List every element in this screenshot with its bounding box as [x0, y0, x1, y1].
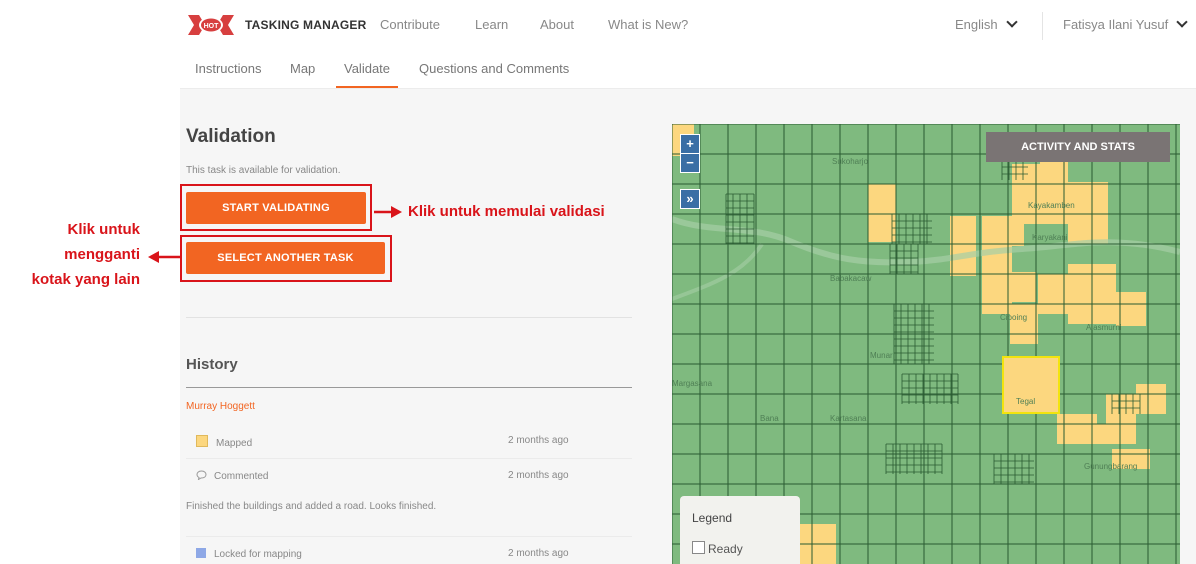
divider — [186, 317, 632, 318]
zoom-out-button[interactable]: − — [680, 153, 700, 173]
select-another-task-button[interactable]: SELECT ANOTHER TASK — [186, 242, 385, 274]
legend-swatch-ready — [692, 541, 705, 554]
history-item-mapped: Mapped — [196, 435, 252, 449]
legend-item-ready: Ready — [692, 541, 743, 556]
place-label: Munar — [870, 351, 893, 360]
place-label: Tegal — [1016, 397, 1035, 406]
history-time: 2 months ago — [508, 548, 569, 559]
tab-questions-comments[interactable]: Questions and Comments — [419, 61, 569, 86]
nav-contribute[interactable]: Contribute — [380, 17, 440, 32]
history-comment-text: Finished the buildings and added a road.… — [186, 501, 437, 512]
history-user-link[interactable]: Murray Hoggett — [186, 401, 255, 412]
place-label: Kartasana — [830, 414, 867, 423]
history-time: 2 months ago — [508, 470, 569, 481]
nav-whats-new[interactable]: What is New? — [608, 17, 688, 32]
mapped-task — [1010, 304, 1038, 344]
top-navbar: HOT TASKING MANAGER Contribute Learn Abo… — [180, 0, 1196, 53]
svg-text:HOT: HOT — [204, 23, 220, 30]
task-map[interactable]: SukoharjoKayanganKayakambenKaryakaniBaba… — [672, 124, 1180, 564]
mapped-task — [982, 284, 1010, 314]
locked-square-icon — [196, 548, 206, 558]
divider — [1042, 12, 1043, 40]
validation-status: This task is available for validation. — [186, 165, 341, 176]
tab-map[interactable]: Map — [290, 61, 315, 86]
mapped-task — [950, 216, 976, 276]
activity-and-stats-button[interactable]: ACTIVITY AND STATS — [986, 132, 1170, 162]
nav-learn[interactable]: Learn — [475, 17, 508, 32]
legend-title: Legend — [692, 511, 733, 525]
place-label: Gunungbarang — [1084, 462, 1137, 471]
brand-name[interactable]: TASKING MANAGER — [245, 18, 366, 32]
tab-validate[interactable]: Validate — [336, 61, 399, 88]
task-tabs: Instructions Map Validate Questions and … — [180, 52, 1196, 89]
place-label: Sukoharjo — [832, 157, 869, 166]
mapped-task — [1012, 272, 1036, 302]
mapped-task — [984, 216, 1024, 246]
language-label: English — [955, 17, 998, 32]
mapped-task — [1057, 414, 1097, 444]
place-label: Kayakamben — [1028, 201, 1075, 210]
zoom-in-button[interactable]: + — [680, 134, 700, 154]
place-label: Alasmurni — [1086, 323, 1122, 332]
nav-about[interactable]: About — [540, 17, 574, 32]
annotation-start-text: Klik untuk memulai validasi — [408, 203, 605, 220]
place-label: Margasana — [672, 379, 713, 388]
start-validating-button[interactable]: START VALIDATING — [186, 192, 366, 224]
divider — [186, 458, 632, 459]
history-time: 2 months ago — [508, 435, 569, 446]
chevron-down-icon — [1005, 16, 1018, 28]
mapped-task — [1136, 384, 1166, 414]
expand-sidebar-button[interactable]: » — [680, 189, 700, 209]
validation-title: Validation — [186, 126, 276, 147]
history-item-locked: Locked for mapping — [196, 548, 302, 560]
divider — [186, 387, 632, 388]
user-name: Fatisya Ilani Yusuf — [1063, 17, 1169, 32]
place-label: Bana — [760, 414, 779, 423]
history-title: History — [186, 356, 238, 373]
place-label: Karyakani — [1032, 233, 1068, 242]
divider — [186, 536, 632, 537]
map-legend: Legend Ready — [680, 496, 800, 564]
chevron-down-icon — [1176, 16, 1188, 28]
annotation-start-arrow — [374, 206, 402, 218]
language-selector[interactable]: English — [955, 16, 1018, 32]
annotation-select-arrow — [148, 251, 182, 263]
mapped-task — [1068, 182, 1108, 244]
history-item-commented: Commented — [196, 470, 268, 482]
place-label: Cipoing — [1000, 313, 1027, 322]
place-label: Babakacaw — [830, 274, 872, 283]
annotation-select-text: Klik untuk mengganti kotak yang lain — [31, 221, 140, 288]
mapped-square-icon — [196, 435, 208, 447]
user-menu[interactable]: Fatisya Ilani Yusuf — [1063, 16, 1188, 32]
comment-icon — [196, 470, 207, 481]
hot-logo[interactable]: HOT — [188, 12, 234, 38]
tab-instructions[interactable]: Instructions — [195, 61, 261, 86]
